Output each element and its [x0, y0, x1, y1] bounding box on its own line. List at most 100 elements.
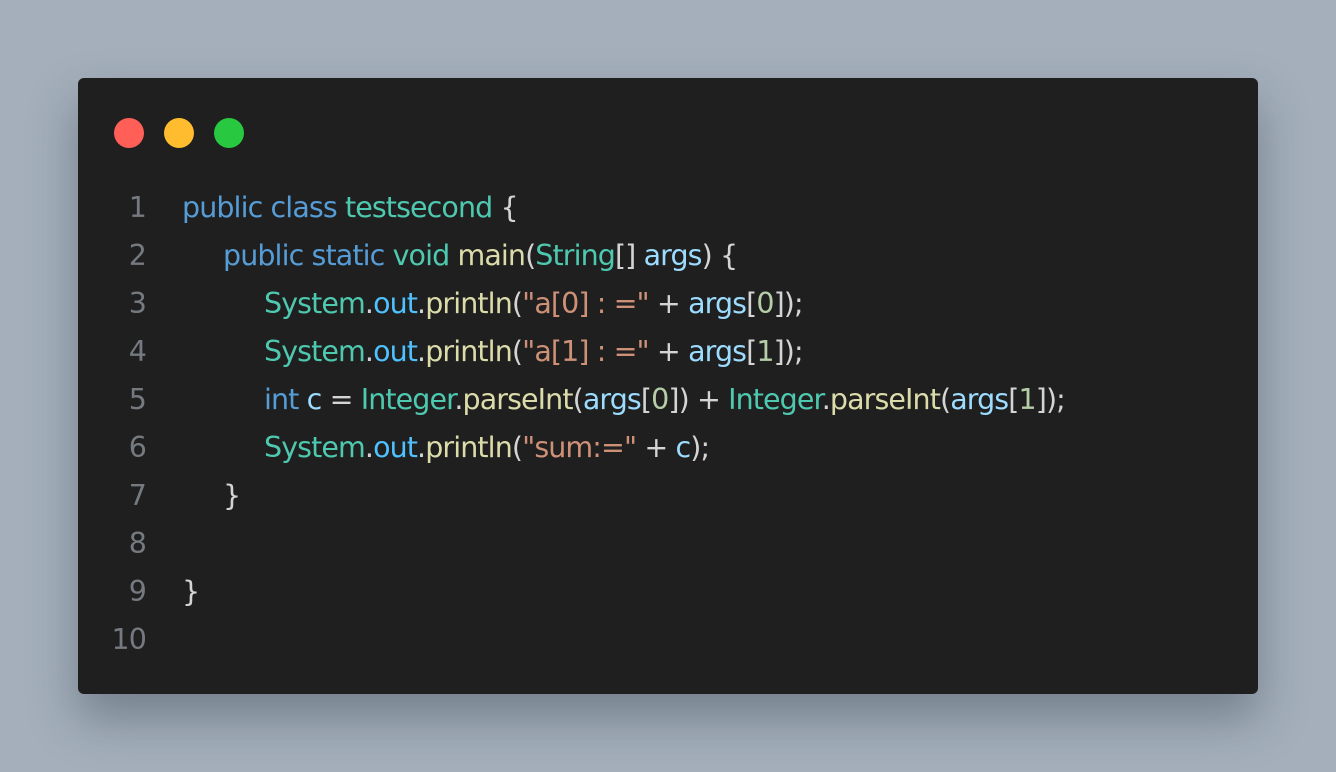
code-token-field: out — [373, 431, 418, 464]
code-line: 5 int c = Integer.parseInt(args[0]) + Int… — [78, 376, 1258, 424]
code-token-variable: args — [950, 383, 1009, 416]
code-token-keyword: static — [311, 239, 386, 272]
code-token-type: String — [535, 239, 616, 272]
code-token-punctuation: ); — [690, 431, 710, 464]
code-token-keyword: public — [223, 239, 304, 272]
code-token-punctuation: . — [454, 383, 463, 416]
code-token-punctuation: = — [321, 383, 361, 416]
code-token-number: 1 — [756, 335, 774, 368]
code-token-string: "sum:=" — [522, 431, 637, 464]
code-token-variable: args — [688, 287, 747, 320]
code-token-type: Integer — [728, 383, 823, 416]
maximize-button[interactable] — [214, 118, 244, 148]
code-line: 9} — [78, 568, 1258, 616]
code-token-punctuation: ( — [511, 431, 523, 464]
code-line: 10 — [78, 616, 1258, 664]
code-token-number: 0 — [651, 383, 669, 416]
code-token-punctuation: . — [364, 287, 374, 320]
code-token-string: "a[1] : =" — [522, 335, 650, 368]
code-token-field: out — [373, 335, 418, 368]
code-token-keyword: public — [182, 191, 263, 224]
line-number: 5 — [128, 383, 147, 416]
code-token-punctuation: ( — [940, 383, 951, 416]
code-line: 7} — [78, 472, 1258, 520]
code-token-punctuation: ( — [572, 383, 584, 416]
code-token-punctuation: . — [417, 287, 426, 320]
code-token-punctuation: { — [492, 191, 518, 224]
code-line: 3 System.out.println("a[0] : =" + args[0]… — [78, 280, 1258, 328]
code-token-number: 1 — [1018, 383, 1037, 416]
code-token-function: println — [425, 335, 513, 368]
code-token-punctuation — [303, 239, 311, 272]
code-token-punctuation: ( — [511, 287, 523, 320]
line-number: 1 — [128, 191, 147, 224]
code-token-punctuation: + — [648, 287, 689, 320]
code-token-punctuation: ]); — [773, 335, 804, 368]
line-number: 4 — [128, 335, 147, 368]
code-token-type: System — [264, 287, 366, 320]
code-token-type: Integer — [360, 383, 456, 416]
code-text: System.out.println("a[1] : =" + args[1])… — [264, 328, 804, 376]
code-text: public class testsecond { — [182, 184, 519, 232]
line-number: 7 — [128, 479, 147, 512]
code-token-function: parseInt — [829, 383, 941, 416]
code-text: public static void main(String[] args) { — [223, 232, 739, 280]
code-token-variable: args — [582, 383, 642, 416]
code-line: 4 System.out.println("a[1] : =" + args[1]… — [78, 328, 1258, 376]
code-text: System.out.println("sum:=" + c); — [264, 424, 710, 472]
line-number: 6 — [128, 431, 147, 464]
code-text: int c = Integer.parseInt(args[0]) + Inte… — [264, 376, 1066, 424]
code-token-variable: args — [688, 335, 747, 368]
code-token-punctuation: ( — [525, 239, 536, 272]
code-token-type: System — [264, 335, 366, 368]
code-text: } — [223, 472, 241, 520]
line-number: 8 — [128, 527, 147, 560]
code-token-type: System — [264, 431, 366, 464]
code-token-punctuation: . — [417, 431, 426, 464]
code-line: 2 public static void main(String[] args) … — [78, 232, 1258, 280]
code-token-variable: args — [643, 239, 703, 272]
code-token-variable: c — [306, 383, 323, 416]
code-token-variable: c — [675, 431, 692, 464]
code-window: 1 public class testsecond {2 public static… — [78, 78, 1258, 694]
line-number: 3 — [128, 287, 147, 320]
code-token-type: testsecond — [344, 191, 493, 224]
minimize-button[interactable] — [164, 118, 194, 148]
code-token-punctuation: ) { — [701, 239, 739, 272]
code-token-type: void — [392, 239, 451, 272]
code-token-punctuation: } — [223, 479, 241, 512]
code-token-function: parseInt — [462, 383, 574, 416]
code-token-number: 0 — [756, 287, 774, 320]
code-token-punctuation: [ — [1008, 383, 1019, 416]
code-token-punctuation: ( — [511, 335, 523, 368]
code-text: } — [182, 568, 200, 616]
window-controls — [114, 118, 244, 148]
code-token-function: main — [457, 239, 526, 272]
code-token-punctuation — [337, 191, 345, 224]
code-token-punctuation: . — [364, 431, 374, 464]
code-token-punctuation: + — [648, 335, 689, 368]
code-token-function: println — [425, 431, 513, 464]
code-token-punctuation: [ — [640, 383, 652, 416]
code-token-keyword: int — [264, 383, 299, 416]
code-token-keyword: class — [270, 191, 338, 224]
code-token-punctuation — [384, 239, 392, 272]
code-token-punctuation: . — [821, 383, 831, 416]
code-token-punctuation: [ — [746, 335, 757, 368]
line-number: 10 — [111, 623, 147, 656]
code-editor[interactable]: 1 public class testsecond {2 public static… — [78, 184, 1258, 664]
line-number: 2 — [128, 239, 147, 272]
code-token-punctuation: [ — [746, 287, 757, 320]
close-button[interactable] — [114, 118, 144, 148]
code-token-punctuation: . — [364, 335, 374, 368]
code-token-punctuation — [262, 191, 270, 224]
code-token-function: println — [425, 287, 513, 320]
code-token-field: out — [373, 287, 418, 320]
code-token-punctuation: [] — [614, 239, 644, 272]
code-token-punctuation — [298, 383, 306, 416]
line-number: 9 — [128, 575, 147, 608]
code-token-punctuation: ]); — [1035, 383, 1066, 416]
code-line: 6 System.out.println("sum:=" + c); — [78, 424, 1258, 472]
code-token-string: "a[0] : =" — [522, 287, 650, 320]
code-line: 8 — [78, 520, 1258, 568]
